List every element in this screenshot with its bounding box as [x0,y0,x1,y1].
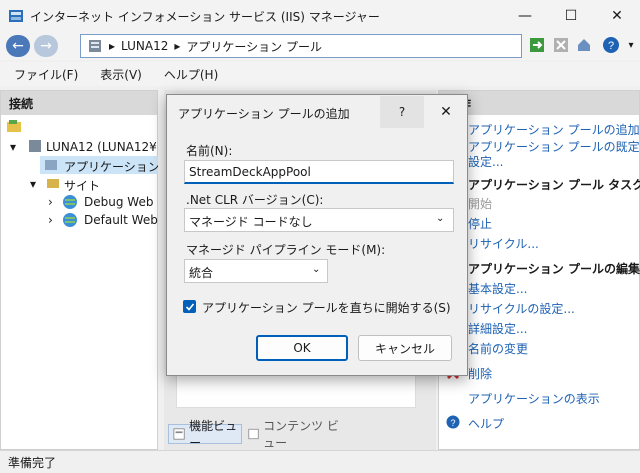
name-input[interactable]: StreamDeckAppPool [184,160,454,184]
action-set-defaults-cont[interactable]: 設定... [468,153,503,170]
action-advanced-settings[interactable]: 詳細設定... [468,320,527,337]
connect-icon[interactable] [6,118,22,134]
collapse-icon[interactable]: › [48,195,53,209]
name-label: 名前(N): [186,144,233,158]
help-icon[interactable]: ? [602,36,620,54]
action-delete[interactable]: 削除 [468,365,492,382]
action-basic-settings[interactable]: 基本設定... [468,280,527,297]
home-icon[interactable] [575,36,593,54]
action-start[interactable]: 開始 [468,195,492,212]
pipeline-mode-label: マネージド パイプライン モード(M): [186,243,386,257]
iis-app-icon [9,10,23,22]
refresh-icon[interactable] [528,36,546,54]
clr-version-select[interactable]: マネージド コードなし [184,208,454,232]
action-rename[interactable]: 名前の変更 [468,340,528,357]
action-recycling-settings[interactable]: リサイクルの設定... [468,300,575,317]
window-title: インターネット インフォメーション サービス (IIS) マネージャー [30,10,380,24]
svg-text:?: ? [450,418,455,428]
content-view-label: コンテンツ ビュー [263,419,339,450]
address-box[interactable]: ▸ LUNA12 ▸ アプリケーション プール [80,34,522,58]
breadcrumb-app-pools[interactable]: アプリケーション プール [186,38,322,55]
content-view-tab[interactable]: コンテンツ ビュー [246,419,342,450]
action-view-apps[interactable]: アプリケーションの表示 [468,390,600,407]
chevron-down-icon: ⌄ [312,264,321,275]
folder-icon [47,179,59,188]
expand-icon[interactable]: ▾ [30,177,36,191]
content-view-icon [248,428,259,440]
help-icon: ? [446,415,460,429]
globe-icon [63,195,77,209]
status-bar: 準備完了 [0,450,640,473]
maximize-button[interactable]: ☐ [548,0,594,32]
chevron-down-icon: ⌄ [436,213,445,224]
section-app-pool-tasks: アプリケーション プール タスク [468,178,640,192]
tree-sites[interactable]: サイト [64,177,100,194]
clr-version-label: .Net CLR バージョン(C): [186,193,324,207]
help-dropdown-icon[interactable]: ▾ [622,36,640,54]
clr-version-value: マネージド コードなし [189,215,313,229]
expand-icon[interactable]: ▾ [10,140,16,154]
collapse-icon[interactable]: › [48,213,53,227]
feature-view-label: 機能ビュー [189,419,238,450]
dialog-help-button[interactable]: ? [380,96,424,128]
pipeline-mode-value: 統合 [189,266,214,280]
menu-view[interactable]: 表示(V) [100,66,142,83]
feature-view-icon [173,428,185,440]
section-edit-app-pool: アプリケーション プールの編集 [468,262,640,276]
action-add-app-pool[interactable]: アプリケーション プールの追加... [468,121,640,138]
pipeline-mode-select[interactable]: 統合 [184,259,328,283]
add-app-pool-dialog [166,94,468,376]
svg-text:?: ? [608,40,614,52]
action-recycle[interactable]: リサイクル... [468,235,539,252]
feature-view-tab[interactable]: 機能ビュー [168,419,242,450]
globe-icon [63,213,77,227]
cancel-button[interactable]: キャンセル [358,335,452,361]
tree-site-default[interactable]: Default Web S [84,213,158,227]
action-stop[interactable]: 停止 [468,215,492,232]
breadcrumb-separator: ▸ [174,39,181,53]
forward-button[interactable]: → [34,35,58,57]
dialog-title: アプリケーション プールの追加 [178,107,350,121]
start-immediately-label[interactable]: アプリケーション プールを直ちに開始する(S) [202,299,451,316]
action-help[interactable]: ヘルプ [468,415,504,432]
breadcrumb-server[interactable]: LUNA12 [121,39,168,53]
server-icon [89,40,101,52]
menu-help[interactable]: ヘルプ(H) [164,66,218,83]
tree-server[interactable]: LUNA12 (LUNA12¥t_u [46,140,156,154]
actions-header: 操作 [439,91,639,115]
checkmark-icon [185,302,194,311]
menu-bar: ファイル(F) 表示(V) ヘルプ(H) [0,62,640,86]
tree-site-debug[interactable]: Debug Web S [84,195,158,209]
connections-header: 接続 [1,91,157,115]
dialog-close-button[interactable]: ✕ [424,96,468,128]
close-window-button[interactable]: ✕ [594,0,640,32]
breadcrumb-separator: ▸ [109,39,116,53]
menu-file[interactable]: ファイル(F) [14,66,78,83]
ok-button[interactable]: OK [256,335,348,361]
minimize-button[interactable]: — [502,0,548,32]
back-button[interactable]: ← [6,35,30,57]
start-immediately-checkbox[interactable] [183,300,196,313]
tree-app-pools[interactable]: アプリケーション プー [64,158,158,175]
server-icon [29,140,41,152]
app-pool-icon [45,160,57,170]
stop-icon[interactable] [552,36,570,54]
